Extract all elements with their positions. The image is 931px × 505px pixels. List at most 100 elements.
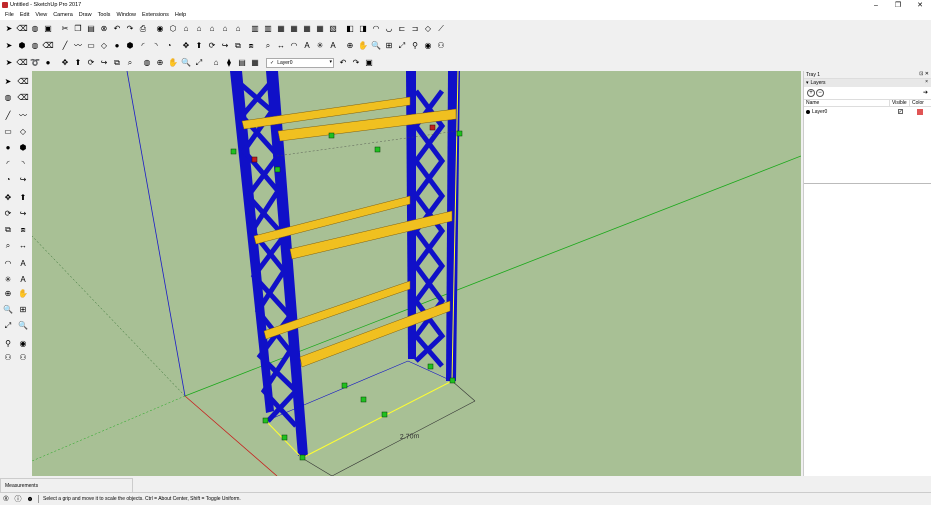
follow-me-button[interactable]: ↪ xyxy=(98,57,110,69)
delete-layer-icon[interactable]: − xyxy=(816,89,824,97)
credits-icon[interactable]: ⓘ xyxy=(14,495,22,503)
orbit-button[interactable]: ⊕ xyxy=(2,288,14,300)
next-view-button[interactable]: ↷ xyxy=(350,57,362,69)
orbit-button[interactable]: ⊕ xyxy=(154,57,166,69)
axes-button[interactable]: ✳ xyxy=(314,40,326,52)
print-button[interactable]: ⎙ xyxy=(137,23,149,35)
scale-grip[interactable] xyxy=(274,166,281,173)
freehand-button[interactable]: 〰 xyxy=(17,110,29,122)
circle-tool-button[interactable]: ● xyxy=(42,57,54,69)
select-button[interactable]: ➤ xyxy=(3,57,15,69)
move-button[interactable]: ✥ xyxy=(180,40,192,52)
column-name[interactable]: Name xyxy=(804,100,890,106)
menu-view[interactable]: View xyxy=(32,12,50,18)
back-view-button[interactable]: ⌂ xyxy=(219,23,231,35)
paint-bucket-button[interactable]: ◍ xyxy=(2,92,14,104)
pan-button[interactable]: ✋ xyxy=(167,57,179,69)
scale-button[interactable]: ⧉ xyxy=(232,40,244,52)
menu-file[interactable]: File xyxy=(2,12,17,18)
menu-window[interactable]: Window xyxy=(113,12,139,18)
scale-grip[interactable] xyxy=(360,396,367,403)
3d-text-button[interactable]: A xyxy=(17,274,29,286)
walk-button[interactable]: ⚇ xyxy=(435,40,447,52)
iso-view-button[interactable]: ⬡ xyxy=(167,23,179,35)
shaded-button[interactable]: ▦ xyxy=(301,23,313,35)
undo-button[interactable]: ↶ xyxy=(111,23,123,35)
push-pull-button[interactable]: ⬆ xyxy=(17,192,29,204)
save-button[interactable]: ▣ xyxy=(42,23,54,35)
column-visible[interactable]: Visible xyxy=(890,100,910,106)
xray-button[interactable]: ▥ xyxy=(249,23,261,35)
text-button[interactable]: A xyxy=(301,40,313,52)
dimension-button[interactable]: ↔ xyxy=(17,240,29,252)
measurements-box[interactable]: Measurements xyxy=(0,478,133,492)
circle-button[interactable]: ● xyxy=(111,40,123,52)
scale-grip[interactable] xyxy=(299,454,306,461)
collapse-arrow-icon[interactable]: ▾ xyxy=(806,80,809,86)
pan-button[interactable]: ✋ xyxy=(357,40,369,52)
zoom-window-button[interactable]: ⊞ xyxy=(17,304,29,316)
panel-close-icon[interactable]: × xyxy=(925,79,928,85)
tape-measure-button[interactable]: ⌕ xyxy=(2,240,14,252)
rotated-rect-button[interactable]: ◇ xyxy=(17,126,29,138)
zoom-extents-button[interactable]: ⤢ xyxy=(193,57,205,69)
right-view-button[interactable]: ⌂ xyxy=(206,23,218,35)
scale-grip[interactable] xyxy=(262,417,269,424)
dimension-button[interactable]: ↔ xyxy=(275,40,287,52)
maximize-button[interactable]: ❐ xyxy=(887,0,909,10)
scale-grip[interactable] xyxy=(341,382,348,389)
section-cuts-button[interactable]: ◨ xyxy=(357,23,369,35)
zoom-button[interactable]: 🔍 xyxy=(180,57,192,69)
rotated-rect-button[interactable]: ◇ xyxy=(98,40,110,52)
scale-grip[interactable] xyxy=(381,411,388,418)
warehouse-button[interactable]: ⌂ xyxy=(210,57,222,69)
tape-measure-button[interactable]: ⌕ xyxy=(262,40,274,52)
pie-button[interactable]: ◔ xyxy=(2,174,14,186)
scale-grip[interactable] xyxy=(230,148,237,155)
layer-select[interactable]: ✓ Layer0 ▾ xyxy=(266,57,334,68)
drape-button[interactable]: ⊐ xyxy=(409,23,421,35)
pan-button[interactable]: ✋ xyxy=(17,288,29,300)
menu-draw[interactable]: Draw xyxy=(76,12,95,18)
polygon-button[interactable]: ⬢ xyxy=(124,40,136,52)
make-component-button[interactable]: ⬢ xyxy=(16,40,28,52)
eraser-button[interactable]: ⌫ xyxy=(17,92,29,104)
menu-camera[interactable]: Camera xyxy=(50,12,76,18)
paste-button[interactable]: ▤ xyxy=(85,23,97,35)
follow-me-button[interactable]: ↪ xyxy=(219,40,231,52)
details-arrow-icon[interactable]: ➔ xyxy=(923,89,928,96)
scale-grip-center[interactable] xyxy=(251,156,258,163)
standard-views-button[interactable]: ▣ xyxy=(363,57,375,69)
look-around-button[interactable]: ◉ xyxy=(422,40,434,52)
minimize-button[interactable]: – xyxy=(865,0,887,10)
hidden-line-button[interactable]: ▦ xyxy=(288,23,300,35)
select-button[interactable]: ➤ xyxy=(3,23,15,35)
3d-text-button[interactable]: A xyxy=(327,40,339,52)
axes-button[interactable]: ✳ xyxy=(2,274,14,286)
zoom-button[interactable]: 🔍 xyxy=(2,304,14,316)
menu-edit[interactable]: Edit xyxy=(17,12,32,18)
offset-button[interactable]: ⧈ xyxy=(245,40,257,52)
section-plane-button[interactable]: ◧ xyxy=(344,23,356,35)
arc-button[interactable]: ◜ xyxy=(2,158,14,170)
follow-me-button[interactable]: ↪ xyxy=(17,174,29,186)
zoom-window-button[interactable]: ⊞ xyxy=(383,40,395,52)
smoove-button[interactable]: ◡ xyxy=(383,23,395,35)
text-button[interactable]: A xyxy=(17,258,29,270)
left-view-button[interactable]: ⌂ xyxy=(232,23,244,35)
scale-button[interactable]: ⧉ xyxy=(2,224,14,236)
move-button[interactable]: ✥ xyxy=(2,192,14,204)
scale-grip[interactable] xyxy=(427,363,434,370)
erase-button[interactable]: ⊗ xyxy=(98,23,110,35)
layer-name[interactable]: Layer0 xyxy=(812,109,827,115)
layer-color-swatch[interactable] xyxy=(917,108,923,115)
layer-visible-checkbox[interactable]: ✓ xyxy=(897,109,903,115)
rotate-button[interactable]: ⟳ xyxy=(2,208,14,220)
layout-button[interactable]: ▤ xyxy=(236,57,248,69)
lasso-button[interactable]: ➰ xyxy=(29,57,41,69)
add-layer-icon[interactable]: + xyxy=(807,89,815,97)
scale-grip-center[interactable] xyxy=(429,124,436,131)
geo-location-icon[interactable]: ® xyxy=(2,495,10,503)
rotate-button[interactable]: ⟳ xyxy=(206,40,218,52)
select-button[interactable]: ➤ xyxy=(2,76,14,88)
